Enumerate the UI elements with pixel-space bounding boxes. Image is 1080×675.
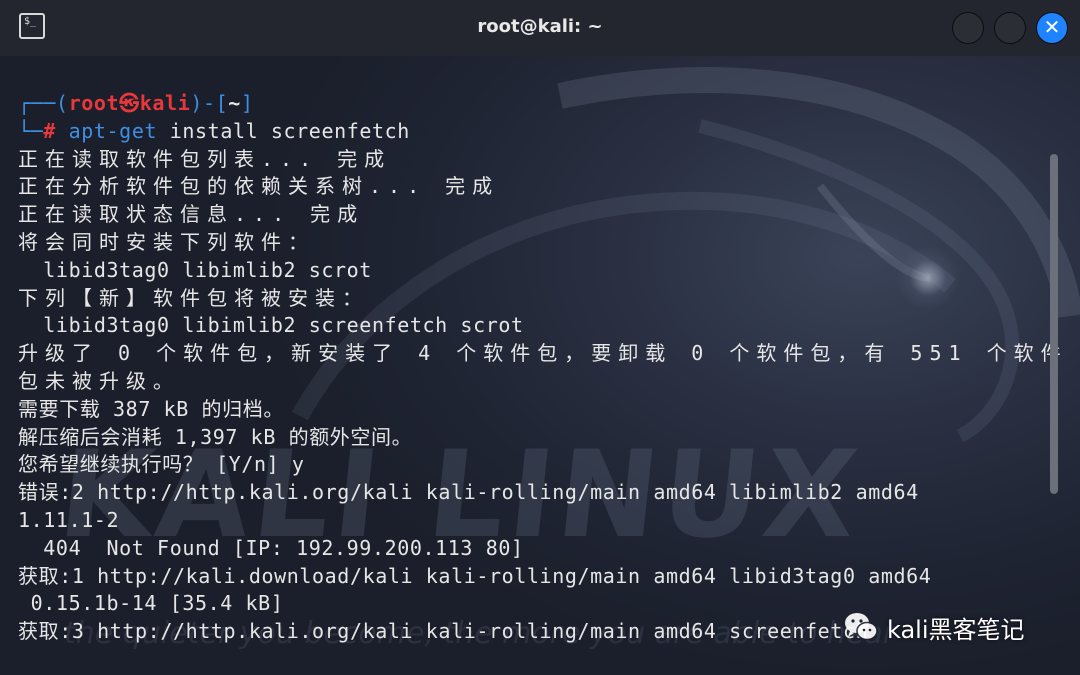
output-line: 下列【新】软件包将被安装： [18,285,369,310]
prompt-dir: ~ [228,91,241,115]
prompt-frame-mid: )-[ [190,91,229,115]
output-line: libid3tag0 libimlib2 scrot [18,257,372,282]
maximize-button[interactable] [994,12,1026,44]
window-title: root@kali: ~ [477,16,603,37]
output-line: 404 Not Found [IP: 192.99.200.113 80] [18,535,524,560]
output-line: 您希望继续执行吗？ [Y/n] y [18,452,305,477]
output-line: 解压缩后会消耗 1,397 kB 的额外空间。 [18,424,413,449]
output-line: 需要下载 387 kB 的归档。 [18,396,284,421]
minimize-button[interactable] [952,12,984,44]
output-line: 获取:1 http://kali.download/kali kali-roll… [18,563,932,588]
title-bar[interactable]: $_ root@kali: ~ ✕ [0,0,1080,56]
output-line: libid3tag0 libimlib2 screenfetch scrot [18,313,524,338]
output-line: 包未被升级。 [18,368,180,393]
close-button[interactable]: ✕ [1036,12,1068,44]
prompt-line-1: ┌──(root㉿kali)-[~] [18,90,1038,118]
close-icon: ✕ [1043,15,1061,39]
prompt-at: ㉿ [119,91,140,115]
prompt-line-2: └─# apt-get install screenfetch [18,118,1038,146]
output-line: 正在读取状态信息... 完成 [18,202,365,227]
terminal-output[interactable]: ┌──(root㉿kali)-[~] └─# apt-get install s… [18,90,1068,646]
brand-watermark: kali黑客笔记 [843,610,1025,644]
prompt-frame-open: ┌──( [18,91,69,115]
prompt-user: root [68,91,120,115]
output-line: 正在读取软件包列表... 完成 [18,146,392,171]
output-line: 将会同时安装下列软件： [18,229,315,254]
prompt-host: kali [139,91,191,115]
output-line: 升级了 0 个软件包，新安装了 4 个软件包，要卸载 0 个软件包，有 551 … [18,341,1068,366]
brand-text: kali黑客笔记 [887,615,1025,644]
prompt-hash: # [43,118,56,143]
output-line: 1.11.1-2 [18,507,120,532]
terminal-content[interactable]: KALI LINUX the quieter you become, the m… [0,56,1080,675]
prompt-frame-second: └─ [18,118,44,143]
prompt-frame-end: ] [240,91,254,115]
output-line: 错误:2 http://http.kali.org/kali kali-roll… [18,480,919,505]
terminal-window: $_ root@kali: ~ ✕ KALI LINUX the quieter… [0,0,1080,675]
output-line: 正在分析软件包的依赖关系树... 完成 [18,174,500,199]
scrollbar[interactable] [1050,154,1058,494]
command-name: apt-get [68,118,158,143]
wechat-icon [845,613,878,641]
command-args: install screenfetch [157,118,410,143]
